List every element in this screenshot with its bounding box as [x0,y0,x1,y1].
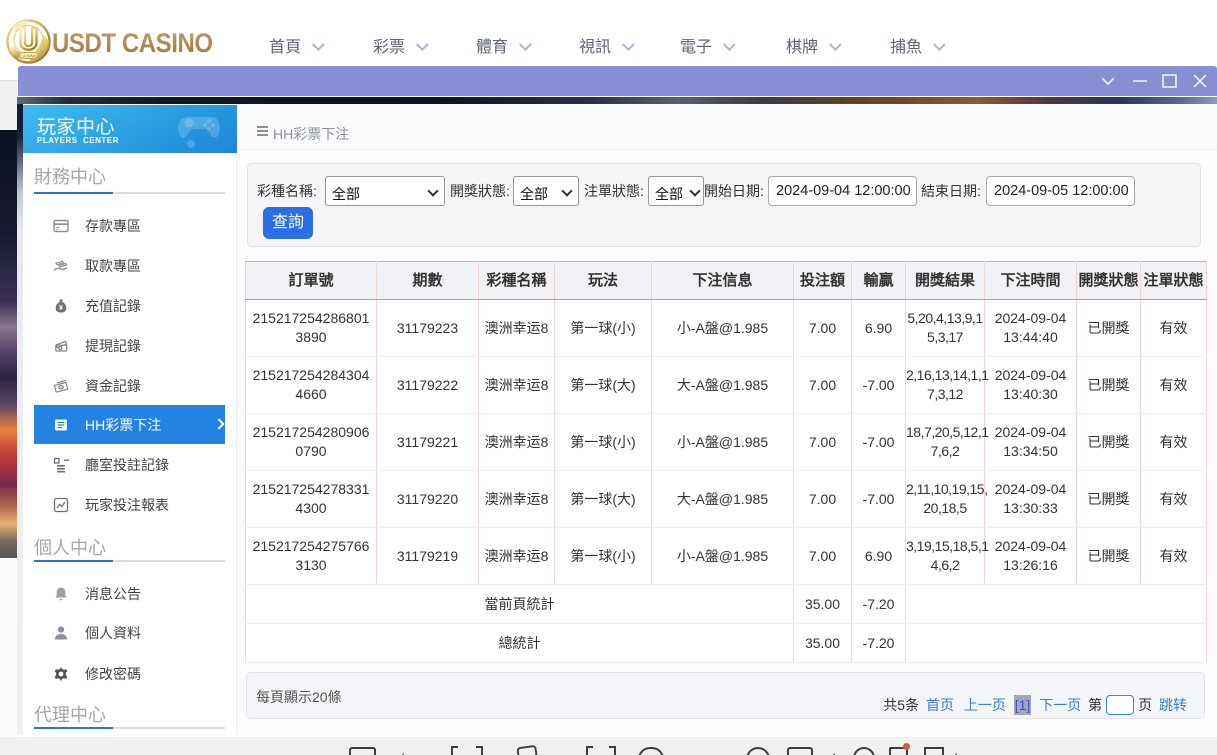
svg-text:¥: ¥ [59,305,63,312]
svg-text:CASINO: CASINO [20,54,38,59]
